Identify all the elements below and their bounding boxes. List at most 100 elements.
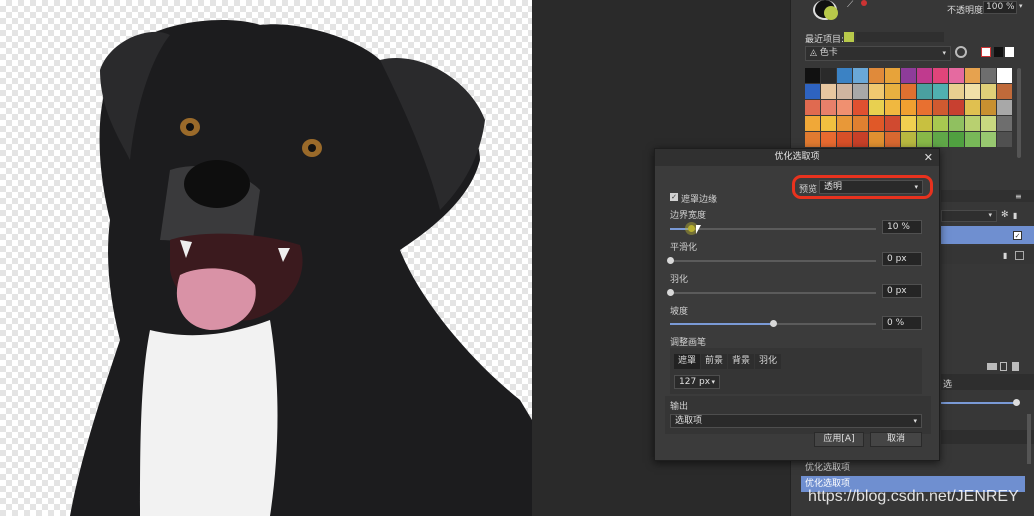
color-swatch[interactable] [853, 116, 868, 131]
ramp-slider[interactable] [670, 320, 876, 327]
smooth-field[interactable]: 0 px [882, 252, 922, 266]
color-swatch[interactable] [965, 68, 980, 83]
color-swatch[interactable] [901, 84, 916, 99]
color-swatch[interactable] [949, 84, 964, 99]
color-swatch[interactable] [949, 100, 964, 115]
color-swatch[interactable] [933, 116, 948, 131]
cancel-button[interactable]: 取消 [870, 432, 922, 447]
color-swatch[interactable] [853, 84, 868, 99]
color-swatch[interactable] [837, 132, 852, 147]
smooth-slider[interactable] [667, 257, 876, 264]
color-swatch[interactable] [821, 68, 836, 83]
swatch-grid[interactable] [805, 68, 1012, 147]
color-swatch[interactable] [805, 132, 820, 147]
color-swatch[interactable] [837, 84, 852, 99]
slider-knob[interactable] [667, 289, 674, 296]
adjustment-tab-label[interactable]: 选 [943, 377, 952, 390]
white-color-icon[interactable] [1005, 47, 1014, 57]
color-swatch[interactable] [965, 116, 980, 131]
color-swatch[interactable] [997, 68, 1012, 83]
color-swatch[interactable] [949, 132, 964, 147]
folder-icon[interactable] [987, 363, 997, 370]
color-swatch[interactable] [965, 132, 980, 147]
color-swatch[interactable] [965, 84, 980, 99]
close-icon[interactable]: ✕ [924, 149, 933, 166]
color-swatch[interactable] [853, 68, 868, 83]
slider-knob[interactable] [688, 225, 695, 232]
color-swatch[interactable] [805, 68, 820, 83]
color-swatch[interactable] [997, 84, 1012, 99]
document-canvas[interactable] [0, 0, 532, 516]
brush-tab-foreground[interactable]: 前景 [701, 354, 728, 369]
border-width-field[interactable]: 10 % [882, 220, 922, 234]
lock-icon[interactable]: ▮ [1013, 211, 1017, 220]
color-swatch[interactable] [805, 100, 820, 115]
color-swatch[interactable] [981, 132, 996, 147]
opacity-field[interactable]: 100 % [983, 1, 1017, 14]
none-color-icon[interactable] [981, 47, 991, 57]
color-swatch[interactable] [821, 116, 836, 131]
color-swatch[interactable] [933, 68, 948, 83]
color-swatch[interactable] [821, 100, 836, 115]
color-swatch[interactable] [885, 84, 900, 99]
color-swatch[interactable] [853, 100, 868, 115]
output-dropdown[interactable]: 选取项 ▾ [670, 414, 922, 428]
color-swatch[interactable] [885, 116, 900, 131]
recent-swatch[interactable] [844, 32, 854, 42]
panel-slider-track[interactable] [941, 402, 1015, 404]
color-swatch[interactable] [885, 68, 900, 83]
history-scroll[interactable] [1027, 414, 1031, 464]
color-swatch[interactable] [981, 100, 996, 115]
history-item[interactable]: 优化选取项 [801, 460, 1025, 476]
color-swatch[interactable] [805, 116, 820, 131]
color-swatch[interactable] [917, 116, 932, 131]
trash-icon[interactable] [1012, 362, 1019, 371]
color-swatch[interactable] [821, 84, 836, 99]
color-swatch[interactable] [981, 84, 996, 99]
gear-icon[interactable]: ✻ [1001, 210, 1009, 220]
color-swatch[interactable] [933, 84, 948, 99]
color-swatch[interactable] [949, 116, 964, 131]
color-swatch[interactable] [869, 132, 884, 147]
apply-button[interactable]: 应用[A] [814, 432, 864, 447]
color-swatch[interactable] [805, 84, 820, 99]
color-swatch[interactable] [917, 68, 932, 83]
color-swatch[interactable] [917, 100, 932, 115]
color-swatch[interactable] [837, 100, 852, 115]
opacity-caret-icon[interactable]: ▾ [1019, 2, 1023, 10]
copy-icon[interactable] [1000, 362, 1007, 371]
color-swatch[interactable] [821, 132, 836, 147]
color-swatch[interactable] [837, 116, 852, 131]
color-swatch[interactable] [997, 132, 1012, 147]
red-dot-icon[interactable] [861, 0, 867, 6]
brush-tab-mat[interactable]: 遮罩 [674, 354, 701, 369]
dialog-titlebar[interactable]: 优化选取项 ✕ [655, 149, 939, 166]
layer-checkbox[interactable] [1015, 251, 1024, 260]
color-swatch[interactable] [837, 68, 852, 83]
color-swatch[interactable] [949, 68, 964, 83]
color-swatch[interactable] [853, 132, 868, 147]
color-swatch[interactable] [997, 116, 1012, 131]
feather-slider[interactable] [667, 289, 876, 296]
brush-size-dropdown[interactable]: 127 px ▾ [674, 375, 720, 389]
color-swatch[interactable] [901, 100, 916, 115]
color-swatch[interactable] [933, 132, 948, 147]
palette-dropdown[interactable]: ◬ 色卡 ▾ [805, 46, 951, 61]
fill-color[interactable] [824, 6, 838, 20]
color-swatch[interactable] [869, 116, 884, 131]
layers-menu-icon[interactable]: ≡ [1015, 192, 1022, 201]
color-swatch[interactable] [901, 116, 916, 131]
panel-slider-knob[interactable] [1013, 399, 1020, 406]
layer-visibility-checkbox[interactable]: ✓ [1013, 231, 1022, 240]
slider-knob[interactable] [770, 320, 777, 327]
black-color-icon[interactable] [994, 47, 1003, 57]
color-swatch[interactable] [869, 68, 884, 83]
swatch-scrollbar[interactable] [1017, 68, 1021, 158]
blend-dropdown[interactable]: ▾ [941, 210, 997, 222]
brush-tab-feather[interactable]: 羽化 [755, 354, 782, 369]
color-swatch[interactable] [869, 84, 884, 99]
color-swatch[interactable] [901, 132, 916, 147]
feather-field[interactable]: 0 px [882, 284, 922, 298]
pipette-icon[interactable]: ⟋ [847, 0, 853, 10]
slider-knob[interactable] [667, 257, 674, 264]
